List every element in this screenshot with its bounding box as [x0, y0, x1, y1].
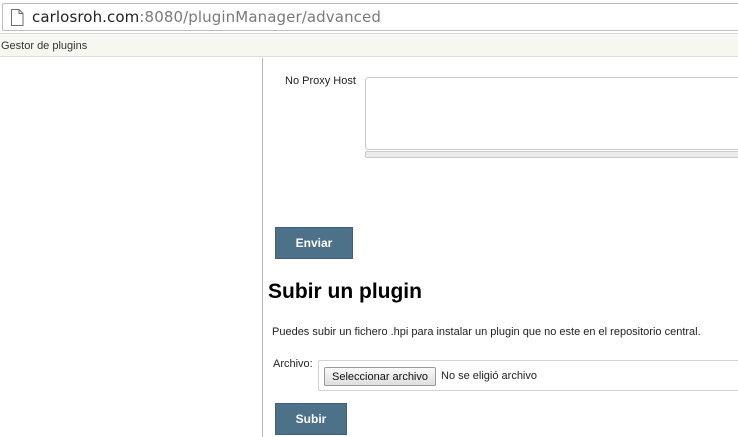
sidebar [0, 58, 262, 437]
sidebar-divider [262, 58, 263, 437]
browser-address-bar: carlosroh.com:8080/pluginManager/advance… [0, 0, 738, 34]
archivo-label: Archivo: [273, 358, 313, 370]
breadcrumb-bar: Gestor de plugins [0, 35, 738, 57]
url-text: carlosroh.com:8080/pluginManager/advance… [32, 7, 381, 27]
upload-plugin-description: Puedes subir un fichero .hpi para instal… [272, 326, 701, 338]
breadcrumb-plugin-manager[interactable]: Gestor de plugins [1, 39, 87, 53]
no-proxy-host-textarea[interactable] [365, 77, 738, 150]
no-proxy-host-label: No Proxy Host [285, 75, 356, 87]
url-path: :8080/pluginManager/advanced [139, 8, 381, 26]
subir-button[interactable]: Subir [275, 403, 347, 435]
textarea-resize-handle[interactable] [365, 151, 738, 158]
enviar-button[interactable]: Enviar [275, 227, 353, 259]
upload-plugin-title: Subir un plugin [268, 280, 422, 303]
url-host: carlosroh.com [32, 8, 140, 26]
document-icon [11, 9, 24, 26]
choose-file-button[interactable]: Seleccionar archivo [324, 367, 436, 386]
url-field[interactable]: carlosroh.com:8080/pluginManager/advance… [2, 3, 738, 31]
no-file-chosen-text: No se eligió archivo [441, 370, 537, 382]
